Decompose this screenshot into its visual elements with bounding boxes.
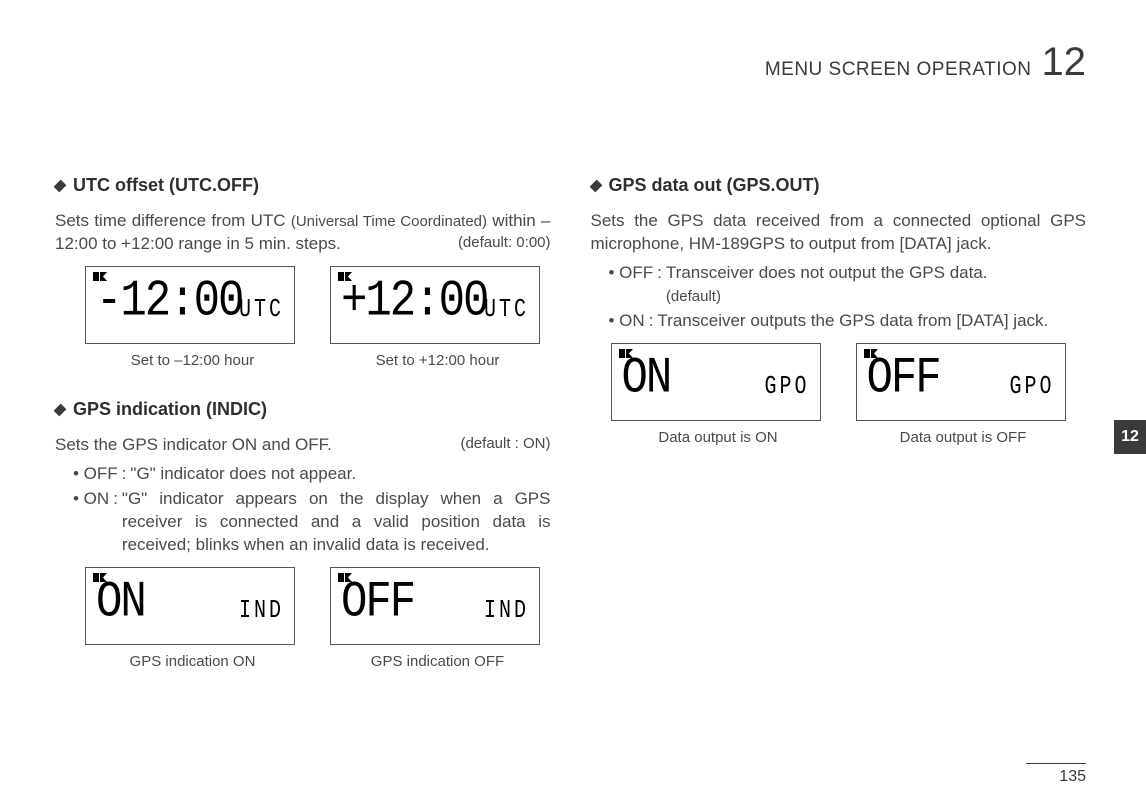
side-tab: 12 (1114, 420, 1146, 454)
lcd-main-value: OFF (341, 577, 414, 628)
manual-page: MENU SCREEN OPERATION 12 UTC offset (UTC… (0, 0, 1146, 804)
lcd-sub-label: GPO (1009, 372, 1054, 402)
lcd-utc-minus: -12:00 UTC (85, 266, 295, 344)
indic-desc-text: Sets the GPS indicator ON and OFF. (55, 435, 332, 454)
two-column-layout: UTC offset (UTC.OFF) Sets time differenc… (55, 175, 1086, 700)
indic-off-line: • OFF : "G" indicator does not appear. (55, 463, 551, 486)
heading-text: UTC offset (UTC.OFF) (73, 175, 259, 195)
option-key: • ON (73, 488, 109, 557)
diamond-icon (54, 404, 67, 417)
lcd-main-value: ON (622, 353, 671, 404)
lcd-main-value: OFF (867, 353, 940, 404)
lcd-main-value: +12:00 (341, 276, 487, 327)
lcd-gpo-off-wrap: OFF GPO Data output is OFF (856, 343, 1071, 446)
page-header: MENU SCREEN OPERATION 12 (55, 40, 1086, 85)
header-title: MENU SCREEN OPERATION (765, 59, 1032, 80)
lcd-caption: GPS indication ON (85, 653, 300, 670)
lcd-sub-label: GPO (764, 372, 809, 402)
right-column: GPS data out (GPS.OUT) Sets the GPS data… (591, 175, 1087, 700)
heading-text: GPS data out (GPS.OUT) (609, 175, 820, 195)
indic-on-line: • ON : "G" indicator appears on the disp… (55, 488, 551, 557)
heading-gps-indication: GPS indication (INDIC) (55, 399, 551, 420)
heading-utc-offset: UTC offset (UTC.OFF) (55, 175, 551, 196)
utc-description: Sets time difference from UTC (Universal… (55, 210, 551, 256)
utc-desc-part1: Sets time difference from UTC (55, 211, 291, 230)
option-desc: Transceiver outputs the GPS data from [D… (657, 310, 1086, 333)
option-key: • OFF (73, 463, 118, 486)
lcd-caption: Data output is OFF (856, 429, 1071, 446)
lcd-indic-off: OFF IND (330, 567, 540, 645)
lcd-gpo-off: OFF GPO (856, 343, 1066, 421)
utc-default: (default: 0:00) (458, 233, 551, 253)
page-number: 135 (1026, 763, 1086, 786)
diamond-icon (54, 180, 67, 193)
option-desc: "G" indicator appears on the display whe… (122, 488, 551, 557)
lcd-caption: GPS indication OFF (330, 653, 545, 670)
lcd-main-value: ON (96, 577, 145, 628)
lcd-indic-on: ON IND (85, 567, 295, 645)
indic-description: Sets the GPS indicator ON and OFF. (defa… (55, 434, 551, 457)
option-colon: : (653, 262, 666, 308)
lcd-main-value: -12:00 (96, 276, 242, 327)
section-utc-offset: UTC offset (UTC.OFF) Sets time differenc… (55, 175, 551, 369)
header-chapter-number: 12 (1042, 40, 1087, 84)
lcd-sub-label: UTC (484, 295, 529, 325)
diamond-icon (589, 180, 602, 193)
indic-lcd-row: ON IND GPS indication ON OFF IND (85, 567, 551, 670)
option-desc: Transceiver does not output the GPS data… (666, 262, 1086, 308)
indic-default: (default : ON) (460, 434, 550, 454)
option-desc: "G" indicator does not appear. (130, 463, 550, 486)
option-colon: : (645, 310, 658, 333)
left-column: UTC offset (UTC.OFF) Sets time differenc… (55, 175, 551, 700)
lcd-utc-plus: +12:00 UTC (330, 266, 540, 344)
lcd-utc-plus-wrap: +12:00 UTC Set to +12:00 hour (330, 266, 545, 369)
option-colon: : (118, 463, 131, 486)
utc-lcd-row: -12:00 UTC Set to –12:00 hour +12:00 UTC (85, 266, 551, 369)
lcd-caption: Set to –12:00 hour (85, 352, 300, 369)
lcd-indic-off-wrap: OFF IND GPS indication OFF (330, 567, 545, 670)
section-gps-indication: GPS indication (INDIC) Sets the GPS indi… (55, 399, 551, 670)
lcd-gpo-on-wrap: ON GPO Data output is ON (611, 343, 826, 446)
heading-text: GPS indication (INDIC) (73, 399, 267, 419)
option-desc-text: Transceiver does not output the GPS data… (666, 263, 988, 282)
lcd-caption: Data output is ON (611, 429, 826, 446)
utc-desc-small: (Universal Time Coordinated) (291, 213, 487, 230)
lcd-indic-on-wrap: ON IND GPS indication ON (85, 567, 300, 670)
option-key: • OFF (609, 262, 654, 308)
option-key: • ON (609, 310, 645, 333)
gpo-on-line: • ON : Transceiver outputs the GPS data … (591, 310, 1087, 333)
gpo-off-line: • OFF : Transceiver does not output the … (591, 262, 1087, 308)
lcd-sub-label: IND (484, 596, 529, 626)
heading-gps-data-out: GPS data out (GPS.OUT) (591, 175, 1087, 196)
lcd-sub-label: UTC (239, 295, 284, 325)
gpo-lcd-row: ON GPO Data output is ON OFF GPO (611, 343, 1087, 446)
section-gps-data-out: GPS data out (GPS.OUT) Sets the GPS data… (591, 175, 1087, 446)
lcd-gpo-on: ON GPO (611, 343, 821, 421)
lcd-caption: Set to +12:00 hour (330, 352, 545, 369)
option-colon: : (109, 488, 122, 557)
lcd-utc-minus-wrap: -12:00 UTC Set to –12:00 hour (85, 266, 300, 369)
option-default: (default) (666, 288, 721, 305)
lcd-sub-label: IND (239, 596, 284, 626)
gpo-description: Sets the GPS data received from a connec… (591, 210, 1087, 256)
